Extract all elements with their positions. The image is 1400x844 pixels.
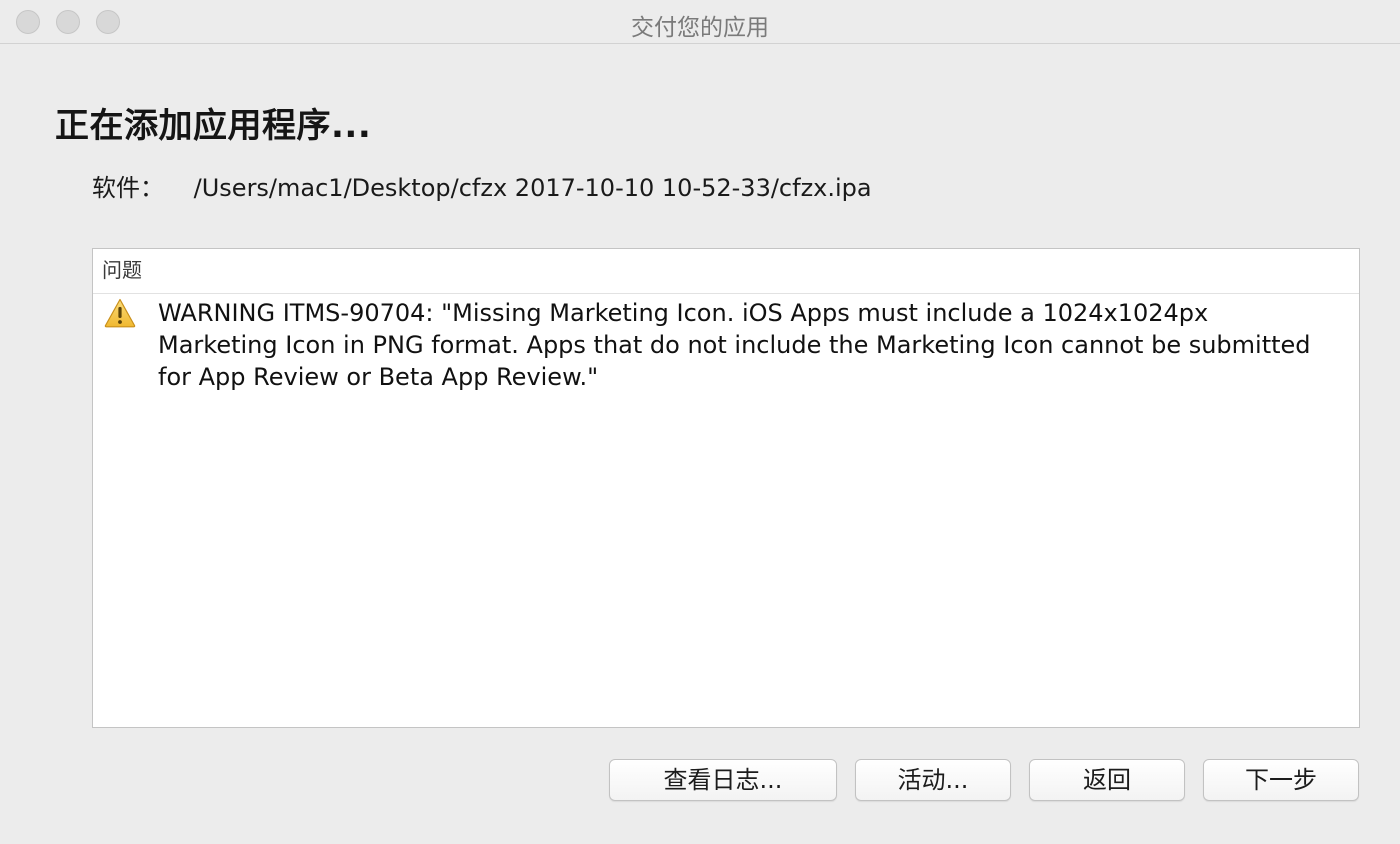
activity-button[interactable]: 活动... bbox=[855, 759, 1011, 801]
issues-column-header[interactable]: 问题 bbox=[93, 249, 1359, 294]
issue-message: WARNING ITMS-90704: "Missing Marketing I… bbox=[158, 299, 1311, 391]
issue-row[interactable]: WARNING ITMS-90704: "Missing Marketing I… bbox=[93, 294, 1359, 396]
software-label: 软件： bbox=[92, 174, 164, 202]
window-title: 交付您的应用 bbox=[631, 15, 769, 41]
software-path: /Users/mac1/Desktop/cfzx 2017-10-10 10-5… bbox=[193, 174, 872, 202]
title-bar: 交付您的应用 bbox=[0, 0, 1400, 44]
next-button[interactable]: 下一步 bbox=[1203, 759, 1359, 801]
back-button[interactable]: 返回 bbox=[1029, 759, 1185, 801]
page-title: 正在添加应用程序... bbox=[55, 106, 372, 146]
warning-triangle-icon bbox=[104, 298, 136, 328]
issues-table[interactable]: 问题 WARNING ITMS-90704: "Missing Marketin… bbox=[92, 248, 1360, 728]
app-window: 交付您的应用 正在添加应用程序... 软件： /Users/mac1/Deskt… bbox=[0, 0, 1400, 844]
software-row: 软件： /Users/mac1/Desktop/cfzx 2017-10-10 … bbox=[92, 168, 872, 203]
view-log-button[interactable]: 查看日志... bbox=[609, 759, 837, 801]
